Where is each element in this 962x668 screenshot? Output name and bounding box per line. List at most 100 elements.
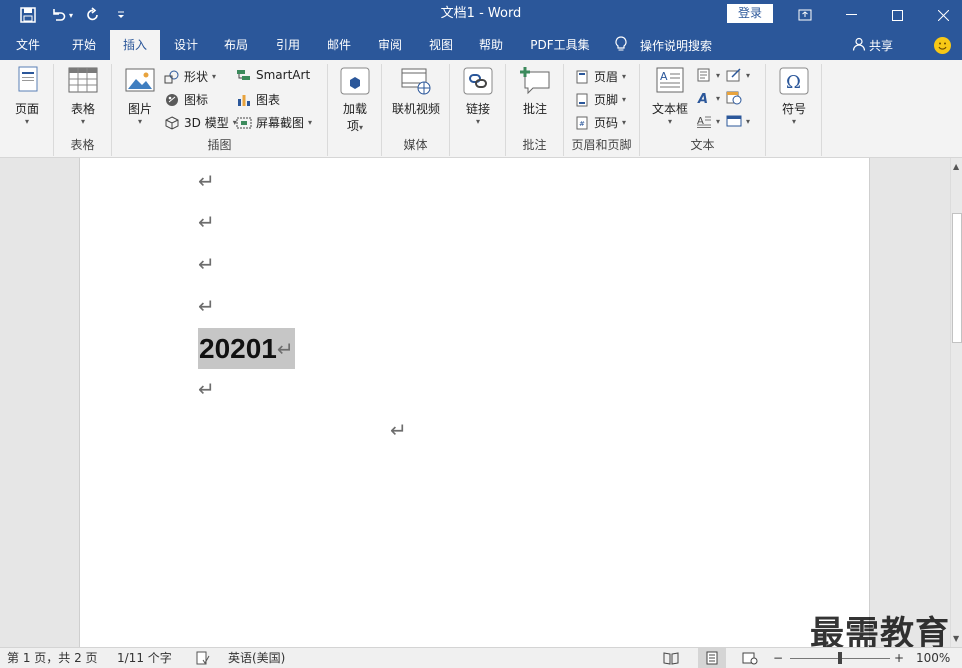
customize-quick-access-icon[interactable] — [109, 0, 133, 30]
shapes-label: 形状 — [184, 70, 209, 84]
drop-cap-dropdown-icon: ▾ — [716, 116, 721, 126]
ribbon-display-options-icon[interactable] — [782, 0, 828, 30]
date-time-button[interactable] — [726, 91, 742, 105]
group-label-tables: 表格 — [70, 138, 95, 152]
tab-pdf-tools[interactable]: PDF工具集 — [520, 30, 600, 60]
picture-label: 图片 — [127, 102, 152, 116]
links-label: 链接 — [465, 102, 490, 116]
scroll-up-icon[interactable]: ▲ — [953, 162, 959, 171]
scrollbar-thumb[interactable] — [952, 213, 962, 343]
table-button[interactable]: 表格 ▾ — [64, 66, 102, 126]
signature-line-button[interactable]: ▾ — [726, 68, 750, 82]
footer-label: 页脚 — [594, 93, 619, 107]
proofing-icon[interactable] — [196, 648, 210, 668]
read-mode-icon[interactable] — [663, 648, 679, 668]
page-number-icon: # — [576, 116, 588, 129]
paragraph-mark: ↵ — [198, 377, 215, 401]
login-button[interactable]: 登录 — [727, 4, 773, 23]
table-dropdown-icon: ▾ — [80, 117, 85, 126]
tab-design[interactable]: 设计 — [162, 30, 210, 60]
picture-dropdown-icon: ▾ — [137, 117, 142, 126]
footer-button[interactable]: 页脚 ▾ — [574, 91, 626, 108]
group-label-illustrations: 插图 — [207, 138, 232, 152]
smartart-button[interactable]: SmartArt — [236, 68, 310, 82]
online-video-button[interactable]: 联机视频 — [390, 66, 442, 117]
print-layout-icon[interactable] — [698, 648, 726, 668]
object-icon — [726, 115, 742, 127]
footer-dropdown-icon: ▾ — [622, 95, 627, 104]
quick-parts-button[interactable]: ▾ — [696, 68, 720, 82]
language[interactable]: 英语(美国) — [228, 648, 285, 668]
icons-icon — [166, 93, 178, 106]
group-symbols: Ω 符号 ▾ — [766, 64, 822, 156]
redo-icon[interactable] — [81, 0, 105, 30]
wordart-button[interactable]: A ▾ — [696, 91, 720, 105]
tab-view[interactable]: 视图 — [417, 30, 465, 60]
links-button[interactable]: 链接 ▾ — [460, 66, 496, 126]
scroll-down-icon[interactable]: ▼ — [953, 634, 959, 643]
smiley-feedback-icon[interactable] — [934, 37, 951, 54]
page-count[interactable]: 第 1 页，共 2 页 — [7, 648, 98, 668]
minimize-icon[interactable] — [828, 0, 874, 30]
screenshot-label: 屏幕截图 — [256, 116, 305, 130]
3d-models-button[interactable]: 3D 模型 ▾ — [164, 114, 237, 131]
header-button[interactable]: 页眉 ▾ — [574, 68, 626, 85]
zoom-level[interactable]: 100% — [916, 648, 950, 668]
tab-home[interactable]: 开始 — [60, 30, 108, 60]
symbol-button[interactable]: Ω 符号 ▾ — [776, 66, 812, 126]
store-icon — [340, 67, 370, 95]
tab-review[interactable]: 审阅 — [366, 30, 414, 60]
page-icon — [18, 66, 38, 92]
table-label: 表格 — [70, 102, 95, 116]
tab-help[interactable]: 帮助 — [467, 30, 515, 60]
zoom-in-button[interactable]: + — [894, 648, 904, 668]
tab-references[interactable]: 引用 — [264, 30, 312, 60]
maximize-icon[interactable] — [874, 0, 920, 30]
picture-button[interactable]: 图片 ▾ — [122, 66, 158, 126]
screenshot-icon — [236, 117, 252, 128]
tab-layout[interactable]: 布局 — [212, 30, 260, 60]
addins-button[interactable]: 加载 项▾ — [336, 66, 374, 134]
close-icon[interactable] — [920, 0, 962, 30]
zoom-out-button[interactable]: − — [773, 648, 783, 668]
pages-button[interactable]: 页面 ▾ — [8, 66, 46, 126]
smartart-label: SmartArt — [256, 68, 311, 82]
symbol-label: 符号 — [781, 102, 806, 116]
status-bar: 第 1 页，共 2 页 1/11 个字 英语(美国) − + 100% — [0, 647, 962, 668]
tab-file[interactable]: 文件 — [4, 30, 52, 60]
tab-insert[interactable]: 插入 — [110, 30, 160, 60]
tell-me-search[interactable]: 操作说明搜索 — [614, 30, 712, 60]
online-video-label: 联机视频 — [391, 102, 440, 116]
ribbon: 页面 ▾ 表格 ▾ 表格 图片 ▾ 形状 ▾ 图标 3D 模型 ▾ SmartA… — [0, 60, 962, 215]
icons-label: 图标 — [184, 93, 209, 107]
table-icon — [68, 67, 98, 93]
comment-label: 批注 — [522, 102, 547, 116]
zoom-slider-thumb[interactable] — [838, 652, 842, 664]
group-label-header-footer: 页眉和页脚 — [571, 138, 632, 152]
signature-line-icon — [726, 68, 741, 82]
object-button[interactable]: ▾ — [726, 114, 750, 128]
undo-dropdown-icon[interactable]: ▾ — [64, 0, 78, 30]
group-label-comments: 批注 — [522, 138, 547, 152]
comment-button[interactable]: 批注 — [516, 66, 554, 117]
shapes-dropdown-icon: ▾ — [212, 72, 217, 81]
quick-parts-dropdown-icon: ▾ — [716, 70, 721, 80]
shapes-button[interactable]: 形状 ▾ — [164, 68, 216, 85]
tab-mailings[interactable]: 邮件 — [315, 30, 363, 60]
textbox-button[interactable]: A 文本框 ▾ — [648, 66, 692, 126]
drop-cap-button[interactable]: A ▾ — [696, 114, 720, 128]
page-number-button[interactable]: # 页码 ▾ — [574, 114, 626, 131]
web-layout-icon[interactable] — [742, 648, 758, 668]
document-page[interactable]: ↵ ↵ ↵ ↵ 20201 ↵ ↵ ↵ — [79, 158, 870, 647]
page-number-dropdown-icon: ▾ — [622, 118, 627, 127]
share-button[interactable]: 共享 — [852, 30, 893, 60]
save-icon[interactable] — [16, 0, 40, 30]
comment-icon — [520, 67, 550, 95]
screenshot-button[interactable]: 屏幕截图 ▾ — [236, 114, 312, 131]
word-count[interactable]: 1/11 个字 — [117, 648, 172, 668]
selected-text[interactable]: 20201 ↵ — [198, 328, 295, 369]
chart-button[interactable]: 图表 — [236, 91, 280, 108]
header-icon — [576, 70, 588, 83]
vertical-scrollbar[interactable]: ▲ ▼ — [950, 158, 962, 647]
icons-button[interactable]: 图标 — [164, 91, 208, 108]
